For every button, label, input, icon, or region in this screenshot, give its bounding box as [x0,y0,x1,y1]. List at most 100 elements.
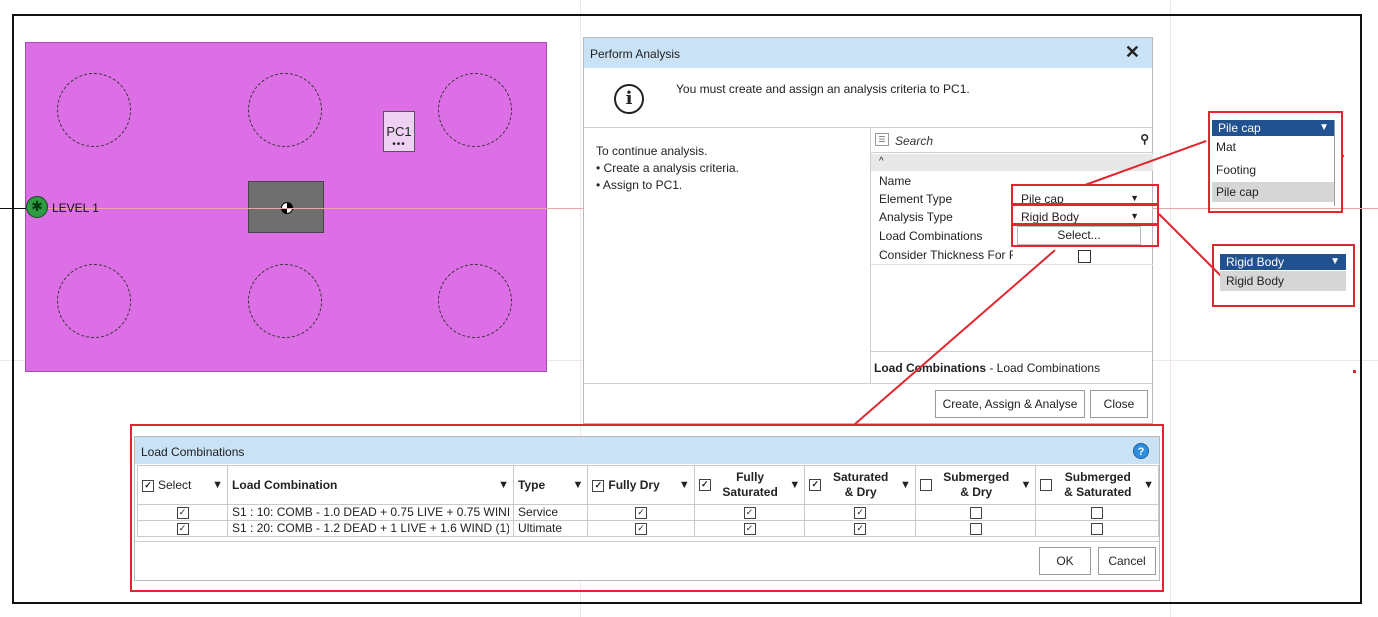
close-icon[interactable]: ✕ [1125,42,1140,63]
filter-icon[interactable]: ▼ [900,479,911,491]
info-icon: i [614,84,644,114]
submerged-saturated-cell[interactable] [1035,520,1159,537]
dropdown-option-mat[interactable]: Mat [1216,140,1236,154]
dropdown-option-footing[interactable]: Footing [1216,163,1256,177]
checkbox[interactable]: ✓ [854,506,867,519]
submerged-dry-cell[interactable] [914,504,1037,521]
dropdown-selected[interactable]: Rigid Body ▼ [1220,254,1346,270]
filter-icon[interactable]: ▼ [1143,479,1154,491]
fully-saturated-cell[interactable]: ✓ [693,520,806,537]
header-label: Load Combination [232,478,338,492]
pile-cap-tag[interactable]: PC1 ••• [383,111,415,152]
fully-saturated-all-checkbox[interactable]: ✓ [698,479,711,491]
row-select-checkbox[interactable]: ✓ [176,522,189,535]
column-header-fully-dry[interactable]: ✓ Fully Dry ▼ [587,465,695,505]
close-button[interactable]: Close [1090,390,1148,418]
checkbox[interactable] [969,522,982,535]
fully-dry-cell[interactable]: ✓ [587,520,695,537]
category-header[interactable]: ^ [871,154,1153,171]
load-combinations-label: Load Combinations [879,229,983,243]
fully-saturated-cell[interactable]: ✓ [693,504,806,521]
collapse-icon[interactable]: ^ [879,156,884,167]
divider [584,383,1152,384]
submerged-dry-all-checkbox[interactable] [919,479,932,491]
select-all-checkbox[interactable]: ✓ [142,479,154,492]
column-header-submerged-saturated[interactable]: Submerged & Saturated ▼ [1035,465,1159,505]
property-description: Load Combinations - Load Combinations [870,351,1152,384]
property-search[interactable]: ☰ Search ⚲ [871,128,1153,153]
dialog-title-bar[interactable]: Perform Analysis ✕ [584,38,1152,68]
column-header-saturated-dry[interactable]: ✓ Saturated & Dry ▼ [804,465,916,505]
dropdown-option-rigid-body[interactable]: Rigid Body [1226,274,1284,288]
column-header-type[interactable]: Type ▼ [513,465,589,505]
description-title: Load Combinations [874,361,986,375]
pile-outline [248,73,322,147]
dropdown-option-pile-cap[interactable]: Pile cap [1216,185,1259,199]
load-combination-name: S1 : 20: COMB - 1.2 DEAD + 1 LIVE + 1.6 … [232,521,510,535]
header-label: Type [518,478,546,492]
table-row[interactable]: ✓ S1 : 10: COMB - 1.0 DEAD + 0.75 LIVE +… [136,504,1159,521]
checkbox[interactable] [969,506,982,519]
saturated-dry-cell[interactable]: ✓ [804,504,916,521]
divider [871,264,1153,265]
load-combinations-title: Load Combinations [141,445,245,459]
column-header-fully-saturated[interactable]: ✓ Fully Saturated ▼ [693,465,806,505]
analysis-type-label: Analysis Type [879,210,953,224]
load-combinations-highlight [1011,224,1159,247]
dropdown-selected-value: Rigid Body [1226,255,1285,269]
filter-icon[interactable]: ▼ [679,479,690,491]
cancel-button[interactable]: Cancel [1098,547,1156,575]
fully-dry-all-checkbox[interactable]: ✓ [592,479,605,492]
column-header-select[interactable]: ✓ Select ▼ [136,465,229,505]
checkbox[interactable]: ✓ [743,522,756,535]
pile-outline [438,264,512,338]
checkbox[interactable] [1091,506,1104,519]
level-label: LEVEL 1 [52,201,99,215]
consider-thickness-checkbox[interactable] [1078,250,1091,263]
filter-icon[interactable]: ▼ [789,479,800,491]
filter-icon[interactable]: ▼ [573,479,584,491]
header-label: & Saturated [1064,485,1132,499]
description-text: - Load Combinations [986,361,1101,375]
search-input[interactable]: Search [895,134,933,148]
header-label: Fully [736,470,765,484]
submerged-saturated-cell[interactable] [1035,504,1159,521]
header-label: Saturated [832,470,889,484]
ok-button[interactable]: OK [1039,547,1091,575]
element-type-dropdown-list: Pile cap ▼ Mat Footing Pile cap [1212,120,1335,206]
filter-icon[interactable]: ▼ [498,479,509,491]
header-label: Select [158,478,192,492]
checkbox[interactable]: ✓ [635,522,648,535]
select-cell[interactable]: ✓ [136,504,229,521]
column-header-load-combination[interactable]: Load Combination ▼ [227,465,515,505]
load-combination-name: S1 : 10: COMB - 1.0 DEAD + 0.75 LIVE + 0… [232,505,510,519]
checkbox[interactable]: ✓ [743,506,756,519]
dropdown-selected[interactable]: Pile cap ▼ [1212,120,1335,136]
saturated-dry-all-checkbox[interactable]: ✓ [809,479,822,491]
level-marker-icon[interactable]: ✱ [26,196,48,218]
header-label: Submerged [1064,470,1131,484]
row-select-checkbox[interactable]: ✓ [176,506,189,519]
search-icon[interactable]: ⚲ [1140,132,1149,146]
checkbox[interactable]: ✓ [854,522,867,535]
saturated-dry-cell[interactable]: ✓ [804,520,916,537]
filter-icon[interactable]: ▼ [1021,479,1032,491]
checkbox[interactable]: ✓ [635,506,648,519]
load-combination-cell: S1 : 10: COMB - 1.0 DEAD + 0.75 LIVE + 0… [227,504,515,521]
help-icon[interactable]: ? [1133,443,1149,459]
filter-icon[interactable]: ▼ [212,479,223,491]
create-assign-analyse-button[interactable]: Create, Assign & Analyse [935,390,1085,418]
checkbox[interactable] [1091,522,1104,535]
element-type-highlight [1011,184,1159,205]
header-label: & Dry [844,485,877,499]
table-row[interactable]: ✓ S1 : 20: COMB - 1.2 DEAD + 1 LIVE + 1.… [136,520,1159,537]
submerged-dry-cell[interactable] [914,520,1037,537]
categorize-icon[interactable]: ☰ [875,133,889,146]
submerged-saturated-all-checkbox[interactable] [1040,479,1053,491]
divider [135,541,1159,542]
column-header-submerged-dry[interactable]: Submerged & Dry ▼ [914,465,1037,505]
name-label: Name [879,174,912,188]
select-cell[interactable]: ✓ [136,520,229,537]
dropdown-selected-value: Pile cap [1218,121,1261,135]
fully-dry-cell[interactable]: ✓ [587,504,695,521]
